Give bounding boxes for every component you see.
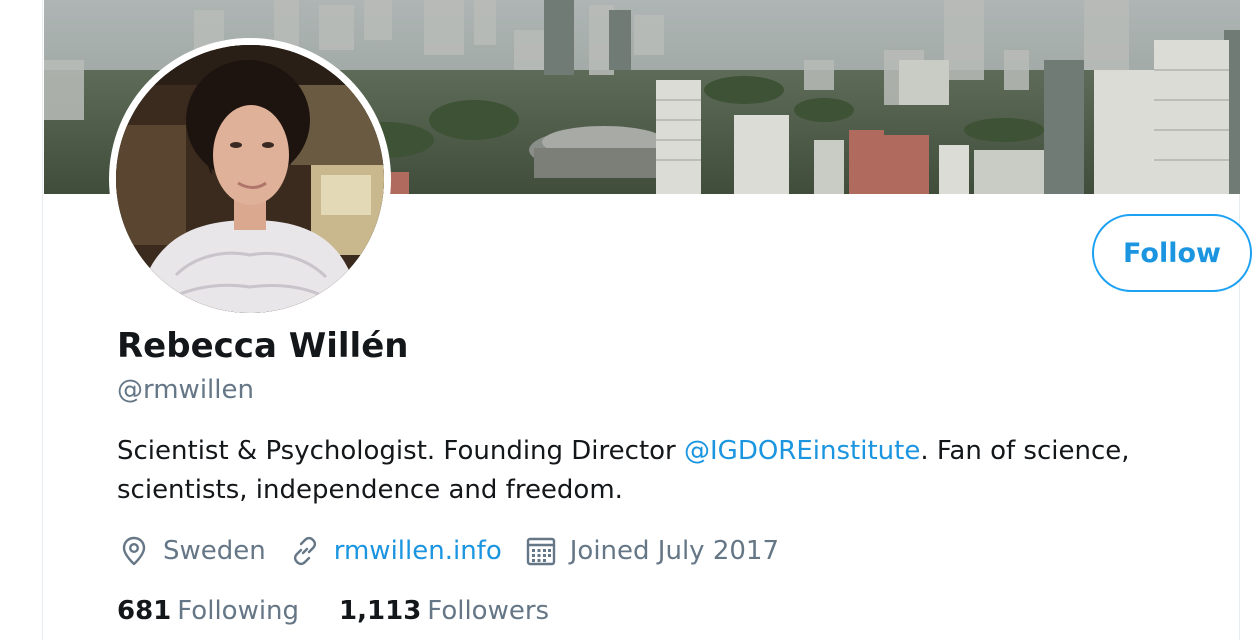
following-count: 681 bbox=[117, 596, 172, 626]
profile-meta-row: Sweden rmwillen.info Joined July 2017 bbox=[117, 532, 801, 570]
profile-page: Follow Rebecca Willén @rmwillen Scientis… bbox=[0, 0, 1258, 640]
followers-label: Followers bbox=[427, 596, 550, 626]
calendar-icon bbox=[524, 534, 558, 568]
joined-item: Joined July 2017 bbox=[524, 534, 779, 568]
following-label: Following bbox=[177, 596, 300, 626]
follow-button[interactable]: Follow bbox=[1092, 214, 1252, 292]
profile-stats-row: 681 Following 1,113 Followers bbox=[117, 592, 589, 630]
location-item: Sweden bbox=[117, 534, 266, 568]
location-text: Sweden bbox=[163, 536, 266, 566]
followers-count: 1,113 bbox=[339, 596, 422, 626]
profile-handle: @rmwillen bbox=[117, 375, 254, 405]
profile-bio: Scientist & Psychologist. Founding Direc… bbox=[117, 432, 1237, 510]
profile-avatar[interactable] bbox=[109, 38, 391, 320]
following-stat-link[interactable]: 681 Following bbox=[117, 596, 299, 626]
profile-column: Follow Rebecca Willén @rmwillen Scientis… bbox=[42, 0, 1252, 640]
joined-date-text: Joined July 2017 bbox=[569, 536, 779, 566]
followers-stat-link[interactable]: 1,113 Followers bbox=[339, 596, 549, 626]
bio-text-prefix: Scientist & Psychologist. Founding Direc… bbox=[117, 436, 684, 466]
avatar-photo bbox=[116, 45, 384, 313]
link-icon bbox=[288, 534, 322, 568]
bio-mention-link[interactable]: @IGDOREinstitute bbox=[684, 436, 920, 466]
profile-display-name: Rebecca Willén bbox=[117, 326, 409, 366]
location-pin-icon bbox=[117, 534, 151, 568]
website-item: rmwillen.info bbox=[288, 534, 502, 568]
website-link[interactable]: rmwillen.info bbox=[334, 536, 502, 566]
